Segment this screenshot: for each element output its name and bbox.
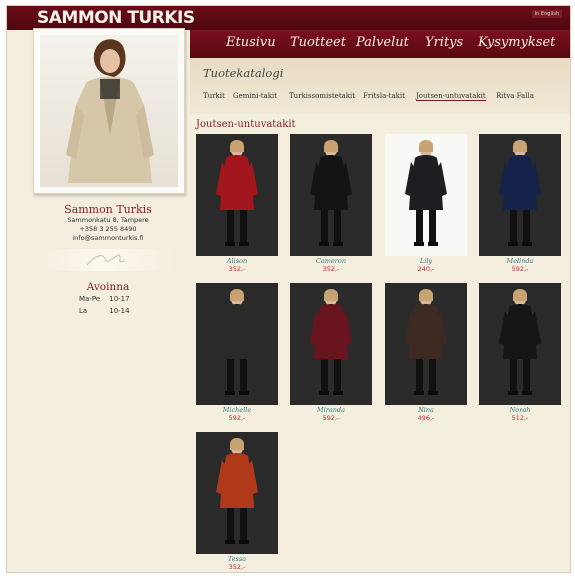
product-price: 496,-	[417, 414, 435, 422]
subnav-turkissomistetakit[interactable]: Turkissomistetakit	[289, 92, 355, 100]
product-image[interactable]	[385, 283, 467, 405]
product-name[interactable]: Miranda	[290, 406, 372, 414]
top-bar: SAMMON TURKIS In English	[7, 6, 570, 30]
product-image[interactable]	[290, 134, 372, 256]
section-title: Joutsen-untuvatakit	[196, 119, 296, 130]
nav-yritys[interactable]: Yritys	[425, 35, 463, 50]
product-price: 352,-	[322, 265, 340, 273]
nav-palvelut[interactable]: Palvelut	[356, 35, 409, 50]
product-name[interactable]: Tessa	[196, 555, 278, 563]
product-price: 352,-	[228, 563, 246, 571]
site-logo[interactable]: SAMMON TURKIS	[37, 6, 195, 30]
subnav-gemini-takit[interactable]: Gemini-takit	[233, 92, 277, 100]
product-image[interactable]	[479, 283, 561, 405]
product-name[interactable]: Norah	[479, 406, 561, 414]
product-price: 592,-	[228, 414, 246, 422]
nav-kysymykset[interactable]: Kysymykset	[478, 35, 555, 50]
product-name[interactable]: Melinda	[479, 257, 561, 265]
nav-etusivu[interactable]: Etusivu	[226, 35, 276, 50]
store-phone: +358 3 255 8490	[79, 225, 137, 233]
product-price: 352,-	[228, 265, 246, 273]
opening-hours-title: Avoinna	[86, 281, 130, 293]
feature-photo	[33, 28, 185, 194]
product-price: 240,-	[417, 265, 435, 273]
page: SAMMON TURKIS In English Etusivu Tuottee…	[6, 5, 571, 573]
hours-days: Ma-Pe	[79, 295, 101, 303]
signature-graphic	[35, 249, 175, 271]
nav-tuotteet[interactable]: Tuotteet	[290, 35, 346, 50]
hours-row: Ma-Pe 10-17	[79, 295, 130, 303]
product-image[interactable]	[196, 134, 278, 256]
main-nav: Etusivu Tuotteet Palvelut Yritys Kysymyk…	[190, 30, 570, 59]
language-link[interactable]: In English	[531, 10, 562, 18]
product-image[interactable]	[479, 134, 561, 256]
product-name[interactable]: Alison	[196, 257, 278, 265]
product-name[interactable]: Cameron	[290, 257, 372, 265]
hours-time: 10-17	[109, 295, 130, 303]
subnav-joutsen-untuvatakit[interactable]: Joutsen-untuvatakit	[416, 92, 486, 101]
product-image[interactable]	[196, 283, 278, 405]
product-price: 512,-	[511, 414, 529, 422]
product-price: 592,-	[322, 414, 340, 422]
product-image[interactable]	[196, 432, 278, 554]
product-price: 592,-	[511, 265, 529, 273]
subnav-turkit[interactable]: Turkit	[203, 92, 225, 100]
hours-days: La	[79, 307, 88, 315]
product-name[interactable]: Lily	[385, 257, 467, 265]
hours-row: La 10-14	[79, 307, 130, 315]
subnav-ritva-falla[interactable]: Ritva Falla	[496, 92, 534, 100]
store-email[interactable]: info@sammonturkis.fi	[33, 234, 183, 242]
product-image[interactable]	[385, 134, 467, 256]
fur-coat-model-image	[40, 35, 178, 187]
subnav-fritsla-takit[interactable]: Fritsla-takit	[363, 92, 405, 100]
store-name: Sammon Turkis	[64, 203, 152, 216]
product-image[interactable]	[290, 283, 372, 405]
product-name[interactable]: Michelle	[196, 406, 278, 414]
product-name[interactable]: Nina	[385, 406, 467, 414]
catalog-title: Tuotekatalogi	[203, 66, 284, 80]
hours-time: 10-14	[109, 307, 130, 315]
store-address: Sammonkatu 8, Tampere	[67, 216, 149, 224]
